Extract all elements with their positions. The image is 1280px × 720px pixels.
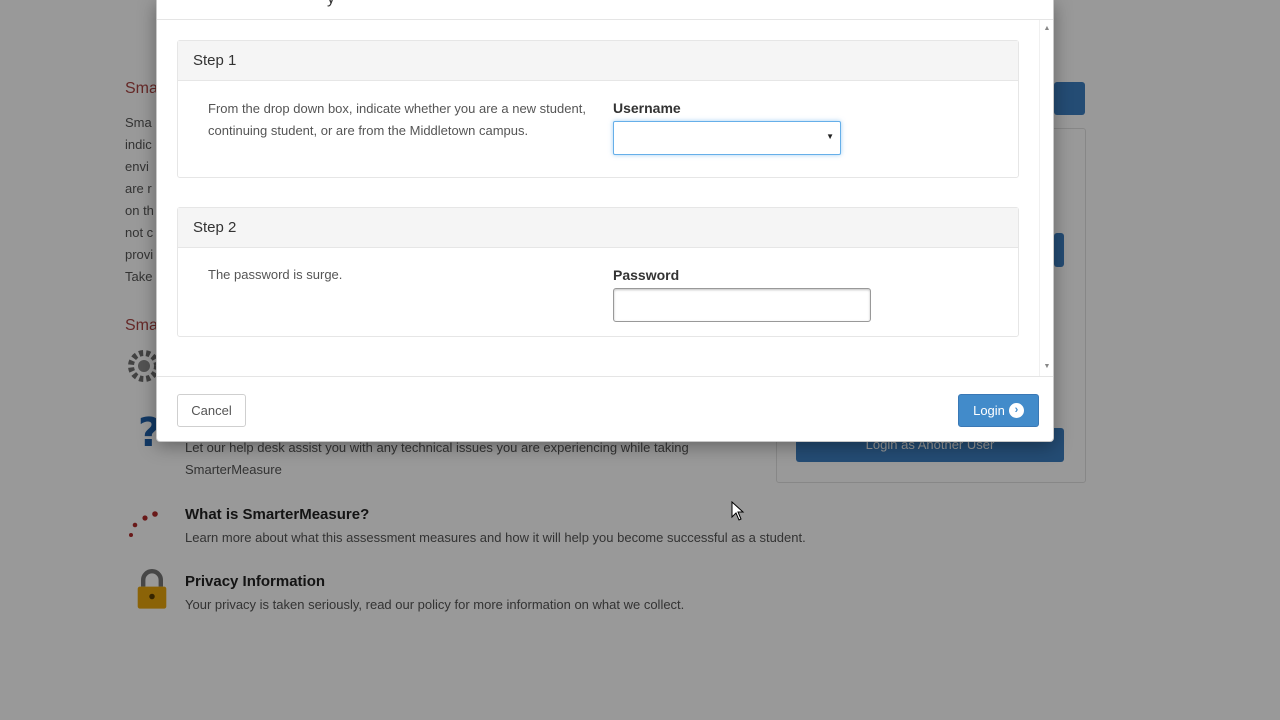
password-label: Password <box>613 267 680 283</box>
modal-title: y <box>327 0 335 8</box>
step-2-instructions: The password is surge. <box>208 267 343 282</box>
modal-body: Step 1 From the drop down box, indicate … <box>157 20 1055 376</box>
login-modal: y Step 1 From the drop down box, indicat… <box>156 0 1054 442</box>
step-2-heading: Step 2 <box>178 208 1018 248</box>
username-label: Username <box>613 100 681 116</box>
mouse-cursor-icon <box>731 501 745 521</box>
step-1-panel: Step 1 From the drop down box, indicate … <box>177 40 1019 178</box>
scroll-up-arrow-icon[interactable]: ▲ <box>1040 22 1054 36</box>
username-select[interactable]: ▼ <box>613 121 841 155</box>
modal-footer: Cancel Login › <box>157 376 1053 442</box>
step-1-instructions: From the drop down box, indicate whether… <box>208 101 586 138</box>
password-input[interactable] <box>613 288 871 322</box>
modal-header: y <box>157 0 1053 20</box>
login-button[interactable]: Login › <box>958 394 1039 427</box>
circle-arrow-right-icon: › <box>1008 403 1024 418</box>
login-button-label: Login <box>973 403 1005 418</box>
caret-down-icon: ▼ <box>826 132 834 141</box>
step-1-heading: Step 1 <box>178 41 1018 81</box>
cancel-button[interactable]: Cancel <box>177 394 246 427</box>
modal-scrollbar[interactable]: ▲ ▼ <box>1039 20 1053 376</box>
step-2-panel: Step 2 The password is surge. Password <box>177 207 1019 337</box>
scroll-down-arrow-icon[interactable]: ▼ <box>1040 360 1054 374</box>
